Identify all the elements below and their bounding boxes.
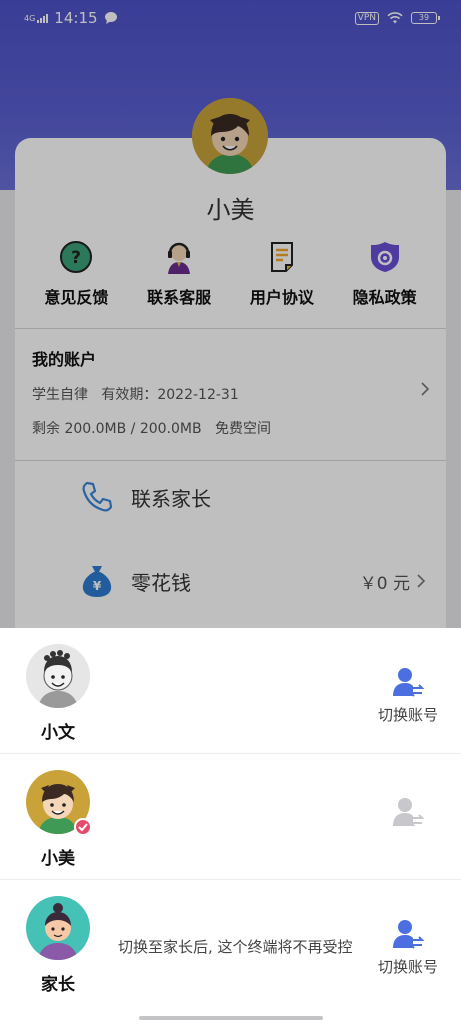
account-name: 家长 <box>41 975 75 995</box>
home-indicator[interactable] <box>139 1016 323 1020</box>
parent-switch-note: 切换至家长后, 这个终端将不再受控 <box>118 938 353 956</box>
account-row-xiaowen[interactable]: 小文 切换账号 <box>0 628 461 754</box>
switch-account-button[interactable]: 切换账号 <box>373 666 443 725</box>
account-row-xiaomei: 小美 <box>0 754 461 880</box>
avatar-parent <box>26 896 90 960</box>
account-name: 小美 <box>41 849 75 869</box>
switch-account-disabled <box>373 796 443 830</box>
active-check-icon <box>74 818 92 836</box>
avatar-xiaowen <box>26 644 90 708</box>
switch-account-button[interactable]: 切换账号 <box>373 918 443 977</box>
modal-backdrop[interactable] <box>0 0 461 628</box>
account-switch-sheet: 小文 切换账号 小美 家长 切换账号 切换至家长后, 这个终端将不再受控 <box>0 628 461 1024</box>
switch-account-label: 切换账号 <box>377 958 438 976</box>
switch-user-icon <box>393 920 425 949</box>
switch-user-icon <box>393 668 425 697</box>
switch-account-label: 切换账号 <box>377 706 438 724</box>
account-name: 小文 <box>41 723 75 743</box>
switch-user-icon <box>393 798 425 827</box>
